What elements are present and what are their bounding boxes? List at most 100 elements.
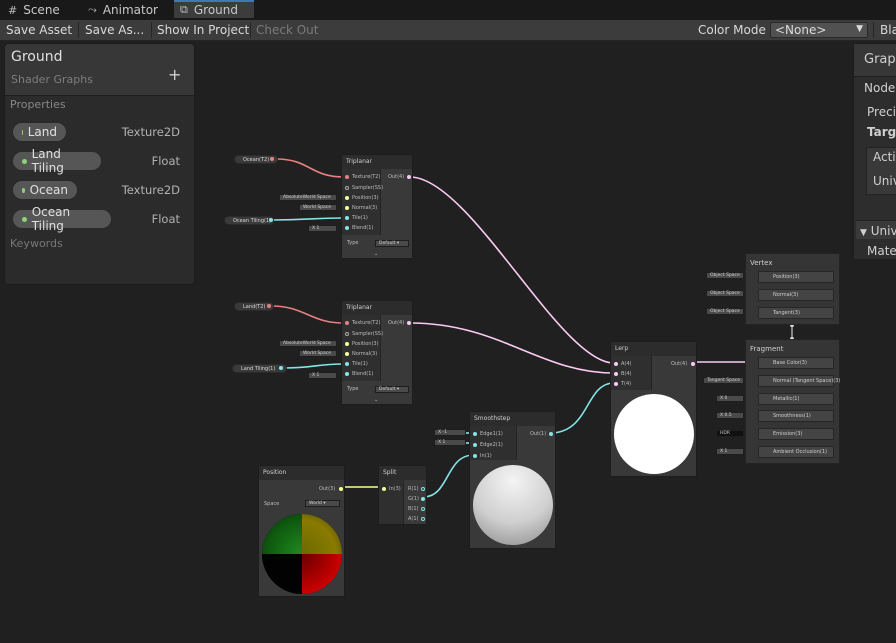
ocean-tiling-property-node[interactable]: Ocean Tiling(1) — [224, 216, 274, 225]
save-as-button[interactable]: Save As... — [85, 20, 144, 40]
vertex-normal-slot[interactable]: Normal(3) — [758, 289, 834, 301]
port-label: In(1) — [480, 453, 492, 459]
vertex-normal-space[interactable]: Object Space — [706, 290, 744, 297]
port-label: Tile(1) — [352, 361, 368, 367]
edge1-value-field[interactable]: X -1 — [434, 429, 466, 436]
node-title: Split — [379, 466, 426, 480]
normal-space-field[interactable]: World Space — [299, 350, 337, 357]
graph-toolbar: Save Asset Save As... Show In Project Ch… — [0, 20, 896, 41]
wire-ocean-texture — [275, 158, 345, 178]
node-settings-tab[interactable]: Node — [864, 81, 895, 95]
fragment-base-color-slot[interactable]: Base Color(3) — [758, 357, 834, 369]
port-label: A(4) — [621, 361, 632, 367]
chevron-down-icon[interactable]: ⌄ — [374, 397, 378, 403]
blend-value-field[interactable]: X 1 — [308, 225, 337, 232]
position-node[interactable]: Position Out(3) Space World ▾ — [258, 465, 345, 597]
property-type: Texture2D — [121, 125, 180, 139]
fragment-emission-slot[interactable]: Emission(3) — [758, 428, 834, 440]
fragment-smoothness-slot[interactable]: Smoothness(1) — [758, 410, 834, 422]
add-property-button[interactable]: + — [168, 65, 181, 84]
property-land[interactable]: Land — [12, 122, 67, 142]
tab-animator[interactable]: ⤳ Animator — [88, 0, 168, 20]
node-title: Position — [259, 466, 344, 480]
active-targets-label: Activ — [873, 150, 896, 164]
smoothstep-node[interactable]: Smoothstep Edge1(1) Edge2(1) In(1) Out(1… — [469, 411, 556, 549]
fragment-metallic-slot[interactable]: Metallic(1) — [758, 393, 834, 405]
properties-section-label: Properties — [10, 98, 66, 111]
port-label: Normal(3) — [352, 351, 378, 357]
keywords-section-label: Keywords — [10, 237, 63, 250]
property-ocean-tiling[interactable]: Ocean Tiling — [12, 205, 112, 233]
node-title: Triplanar — [342, 155, 412, 169]
universal-target-item[interactable]: Univ — [873, 174, 896, 188]
fragment-normal-slot[interactable]: Normal (Tangent Space)(3) — [758, 375, 840, 387]
property-type: Texture2D — [121, 183, 180, 197]
context-title: Vertex — [750, 259, 773, 267]
chevron-down-icon: ▼ — [856, 24, 863, 34]
triplanar-node-top[interactable]: Triplanar Texture(T2) Sampler(SS) Positi… — [341, 154, 413, 259]
node-title: Smoothstep — [470, 412, 555, 426]
vertex-position-slot[interactable]: Position(3) — [758, 271, 834, 283]
edge2-value-field[interactable]: X 1 — [434, 439, 466, 446]
tab-scene[interactable]: # Scene — [8, 0, 68, 20]
blackboard-panel: Ground Shader Graphs + Properties Land T… — [4, 43, 195, 285]
blackboard-toggle-button[interactable]: Bla — [880, 20, 896, 40]
triplanar-node-bottom[interactable]: Triplanar Texture(T2) Sampler(SS) Positi… — [341, 300, 413, 405]
lerp-preview — [614, 394, 694, 474]
editor-tab-bar: # Scene ⤳ Animator ⧉ Ground — [0, 0, 896, 20]
position-space-field[interactable]: AbsoluteWorld Space — [279, 194, 337, 201]
fragment-ao-value[interactable]: X 1 — [716, 448, 744, 455]
context-title: Fragment — [750, 345, 784, 353]
type-dropdown[interactable]: Default ▾ — [375, 386, 409, 393]
fragment-smoothness-value[interactable]: X 0.5 — [716, 412, 744, 419]
vertex-tangent-slot[interactable]: Tangent(3) — [758, 307, 834, 319]
port-label: Texture(T2) — [352, 174, 381, 180]
lerp-node[interactable]: Lerp A(4) B(4) T(4) Out(4) — [610, 341, 697, 477]
precision-label: Preci — [867, 105, 896, 119]
wire-land-texture — [270, 305, 345, 324]
property-land-tiling[interactable]: Land Tiling — [12, 147, 102, 175]
vertex-tangent-space[interactable]: Object Space — [706, 308, 744, 315]
tab-ground[interactable]: ⧉ Ground — [174, 0, 254, 18]
fragment-emission-color[interactable]: HDR — [716, 430, 744, 437]
property-type: Float — [151, 212, 180, 226]
fragment-ambient-occlusion-slot[interactable]: Ambient Occlusion(1) — [758, 446, 834, 458]
vertex-position-space[interactable]: Object Space — [706, 272, 744, 279]
type-dropdown[interactable]: Default ▾ — [375, 240, 409, 247]
port-dot — [270, 157, 274, 161]
node-title: Lerp — [611, 342, 696, 356]
shader-graph-icon: ⧉ — [180, 3, 188, 16]
space-dropdown[interactable]: World ▾ — [305, 500, 340, 507]
port-label: Blend(1) — [352, 371, 374, 377]
port-label: Out(4) — [671, 361, 688, 367]
wire-ocean-tiling — [271, 217, 345, 221]
normal-space-field[interactable]: World Space — [299, 204, 337, 211]
material-label: Mate — [867, 244, 896, 258]
split-node[interactable]: Split In(3) R(1) G(1) B(1) A(1) — [378, 465, 427, 525]
port-label: Out(4) — [388, 174, 405, 180]
port-label: Blend(1) — [352, 225, 374, 231]
position-space-field[interactable]: AbsoluteWorld Space — [279, 340, 337, 347]
grid-icon: # — [8, 3, 18, 17]
position-preview — [262, 514, 342, 594]
check-out-button[interactable]: Check Out — [256, 20, 318, 40]
property-ocean[interactable]: Ocean — [12, 180, 78, 200]
fragment-context[interactable]: Fragment Base Color(3) Normal (Tangent S… — [745, 339, 840, 464]
vertex-context[interactable]: Vertex Position(3) Normal(3) Tangent(3) — [745, 253, 840, 325]
graph-inspector-panel: Grap Node Preci Targe Activ Univ ▼ Univ … — [853, 43, 896, 259]
universal-section-foldout[interactable]: ▼ Univ — [860, 224, 896, 238]
save-asset-button[interactable]: Save Asset — [6, 20, 72, 40]
color-mode-dropdown[interactable]: <None> ▼ — [770, 22, 868, 38]
fragment-normal-space[interactable]: Tangent Space — [703, 377, 744, 384]
show-in-project-button[interactable]: Show In Project — [157, 20, 249, 40]
port-label: In(3) — [389, 486, 401, 492]
targets-label: Targe — [867, 125, 896, 139]
port-label: Texture(T2) — [352, 320, 381, 326]
port-label: T(4) — [621, 381, 632, 387]
port-label: B(1) — [408, 506, 419, 512]
blend-value-field[interactable]: X 1 — [308, 372, 337, 379]
triangle-down-icon: ▼ — [860, 228, 867, 238]
fragment-metallic-value[interactable]: X 0 — [716, 395, 744, 402]
chevron-down-icon[interactable]: ⌄ — [374, 251, 378, 257]
space-label: Space — [264, 501, 280, 507]
